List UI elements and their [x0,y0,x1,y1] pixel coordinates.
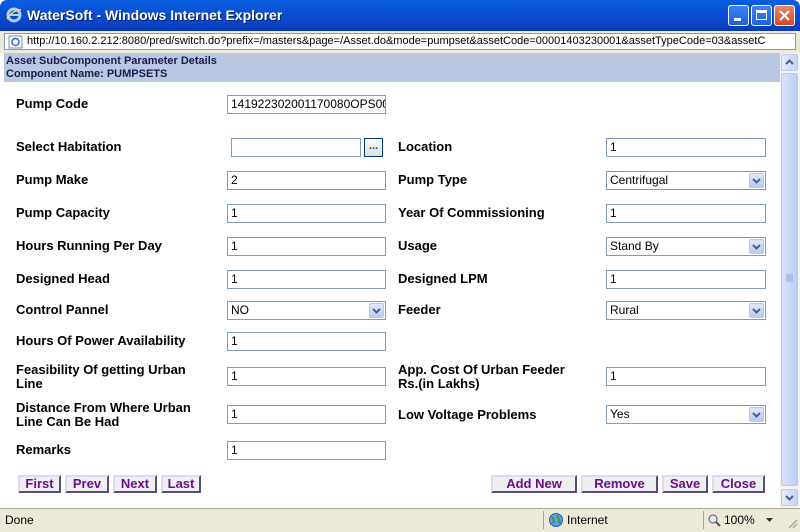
feasibility-urban-line-label-1: Feasibility Of getting Urban [16,362,186,377]
status-divider [543,511,544,529]
remarks-input[interactable]: 1 [227,441,386,460]
dropdown-arrow-icon[interactable] [369,303,384,318]
pump-type-value: Centrifugal [610,173,669,187]
app-cost-urban-feeder-label-2: Rs.(in Lakhs) [398,376,480,391]
next-button[interactable]: Next [113,475,157,493]
feeder-select[interactable]: Rural [606,301,766,320]
ie-logo-icon [6,7,22,23]
remove-button[interactable]: Remove [581,475,658,493]
save-button[interactable]: Save [662,475,708,493]
designed-lpm-input[interactable]: 1 [606,270,766,289]
chevron-down-icon [785,495,794,501]
distance-urban-line-label-2: Line Can Be Had [16,414,120,429]
dropdown-arrow-icon[interactable] [749,303,764,318]
pump-make-input[interactable]: 2 [227,171,386,190]
address-url: http://10.160.2.212:8080/pred/switch.do?… [27,35,766,47]
dropdown-arrow-icon[interactable] [749,407,764,422]
last-button[interactable]: Last [161,475,201,493]
globe-icon [549,513,563,527]
feeder-value: Rural [610,303,639,317]
chevron-up-icon [785,59,794,65]
section-header: Asset SubComponent Parameter Details Com… [4,53,780,82]
prev-button[interactable]: Prev [65,475,109,493]
address-input[interactable]: http://10.160.2.212:8080/pred/switch.do?… [4,33,796,50]
chevron-down-icon[interactable] [765,517,774,523]
page-icon [8,35,23,49]
usage-label: Usage [398,238,438,253]
designed-head-label: Designed Head [16,271,110,286]
pump-capacity-label: Pump Capacity [16,205,110,220]
feasibility-urban-line-input[interactable]: 1 [227,367,386,386]
window-title: WaterSoft - Windows Internet Explorer [27,7,283,23]
close-icon [779,10,790,21]
app-cost-urban-feeder-label-1: App. Cost Of Urban Feeder [398,362,565,377]
low-voltage-problems-value: Yes [610,407,630,421]
designed-lpm-label: Designed LPM [398,271,488,286]
low-voltage-problems-select[interactable]: Yes [606,405,766,424]
designed-head-input[interactable]: 1 [227,270,386,289]
scroll-thumb[interactable] [781,73,798,486]
zoom-level[interactable]: 100% [724,513,755,527]
first-button[interactable]: First [18,475,61,493]
distance-urban-line-label-1: Distance From Where Urban [16,400,191,415]
pump-make-label: Pump Make [16,172,89,187]
location-input[interactable]: 1 [606,138,766,157]
address-bar: http://10.160.2.212:8080/pred/switch.do?… [0,31,800,54]
component-name: Component Name: PUMPSETS [6,68,168,80]
grip-icon [786,274,793,282]
section-title: Asset SubComponent Parameter Details [6,55,217,67]
usage-select[interactable]: Stand By [606,237,766,256]
select-habitation-input[interactable] [231,138,361,157]
pump-type-label: Pump Type [398,172,468,187]
dropdown-arrow-icon[interactable] [749,239,764,254]
control-pannel-select[interactable]: NO [227,301,386,320]
distance-urban-line-input[interactable]: 1 [227,405,386,424]
scroll-up-button[interactable] [781,54,798,71]
scroll-down-button[interactable] [781,489,798,506]
hours-of-power-input[interactable]: 1 [227,332,386,351]
minimize-button[interactable] [728,5,749,26]
pump-capacity-input[interactable]: 1 [227,204,386,223]
close-window-button[interactable] [774,5,795,26]
maximize-button[interactable] [751,5,772,26]
dropdown-arrow-icon[interactable] [749,173,764,188]
hours-running-input[interactable]: 1 [227,237,386,256]
hours-running-label: Hours Running Per Day [16,238,162,253]
status-divider [703,511,704,529]
zoom-icon[interactable] [707,513,721,527]
security-zone: Internet [567,513,608,527]
feeder-label: Feeder [398,302,441,317]
maximize-icon [756,10,767,20]
usage-value: Stand By [610,239,659,253]
select-habitation-label: Select Habitation [16,139,122,154]
resize-grip-icon[interactable] [786,517,798,529]
year-of-commissioning-label: Year Of Commissioning [398,205,545,220]
feasibility-urban-line-label-2: Line [16,376,43,391]
app-cost-urban-feeder-input[interactable]: 1 [606,367,766,386]
add-new-button[interactable]: Add New [491,475,577,493]
pump-code-input[interactable]: 141922302001170080OPS001 [227,95,386,114]
status-bar: Done Internet 100% [0,508,800,532]
habitation-browse-button[interactable]: ... [364,138,383,157]
pump-code-label: Pump Code [16,96,89,111]
low-voltage-problems-label: Low Voltage Problems [398,407,537,422]
minimize-icon [734,18,741,21]
location-label: Location [398,139,453,154]
remarks-label: Remarks [16,442,71,457]
window-title-bar: WaterSoft - Windows Internet Explorer [0,0,800,31]
status-text: Done [5,513,34,527]
control-pannel-value: NO [231,303,249,317]
pump-type-select[interactable]: Centrifugal [606,171,766,190]
year-of-commissioning-input[interactable]: 1 [606,204,766,223]
control-pannel-label: Control Pannel [16,302,109,317]
close-button[interactable]: Close [712,475,765,493]
hours-of-power-label: Hours Of Power Availability [16,333,186,348]
page-content: Asset SubComponent Parameter Details Com… [0,53,780,508]
vertical-scrollbar[interactable] [780,53,800,508]
